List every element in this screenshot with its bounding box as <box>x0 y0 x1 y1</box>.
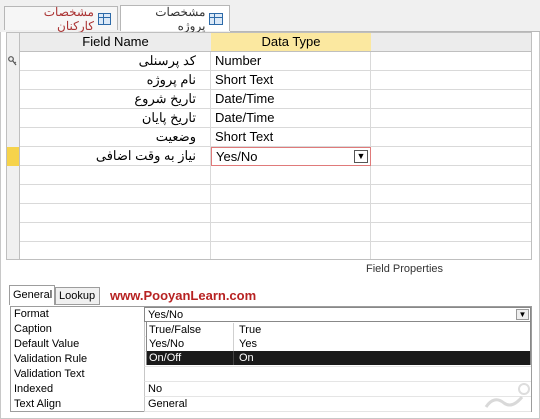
property-label: Indexed <box>14 383 54 395</box>
data-type-cell[interactable]: Date/Time <box>211 90 371 109</box>
row-selector[interactable] <box>7 52 19 71</box>
data-type-cell[interactable]: Short Text <box>211 128 371 147</box>
data-type-cell[interactable]: Date/Time <box>211 109 371 128</box>
row-selector[interactable] <box>7 90 19 109</box>
column-header-data-type[interactable]: Data Type <box>211 33 372 52</box>
option-example: Yes <box>239 338 257 350</box>
description-cell[interactable] <box>371 128 531 147</box>
property-row-indexed[interactable]: Indexed No <box>11 382 531 397</box>
table-row[interactable]: نام پروژه Short Text <box>7 71 531 90</box>
data-type-cell[interactable]: Short Text <box>211 71 371 90</box>
property-row-validation-text[interactable]: Validation Text <box>11 367 531 382</box>
column-header-field-name[interactable]: Field Name <box>20 33 212 52</box>
field-name-cell[interactable] <box>20 242 211 259</box>
brand-watermark-text: www.PooyanLearn.com <box>110 288 257 303</box>
option-name: True/False <box>149 323 234 337</box>
table-row[interactable]: وضعیت Short Text <box>7 128 531 147</box>
tab-employee-details[interactable]: مشخصات کارکنان <box>4 4 118 33</box>
description-cell[interactable] <box>371 223 531 242</box>
description-cell[interactable] <box>371 147 531 166</box>
table-row-empty[interactable] <box>7 223 531 242</box>
property-label: Format <box>14 308 49 320</box>
property-label: Validation Rule <box>14 353 88 365</box>
field-name-cell[interactable] <box>20 166 211 185</box>
table-row[interactable]: تاریخ شروع Date/Time <box>7 90 531 109</box>
table-icon <box>98 12 111 25</box>
description-cell[interactable] <box>371 166 531 185</box>
table-row-current[interactable]: نیاز به وقت اضافی Yes/No ▼ <box>7 147 531 166</box>
property-row-text-align[interactable]: Text Align General <box>11 397 531 412</box>
tab-lookup[interactable]: Lookup <box>55 287 100 305</box>
data-type-cell[interactable] <box>211 166 371 185</box>
property-label: Default Value <box>14 338 80 350</box>
table-row-empty[interactable] <box>7 185 531 204</box>
field-name-cell[interactable]: نیاز به وقت اضافی <box>20 147 211 166</box>
dropdown-arrow-icon[interactable]: ▼ <box>516 309 529 320</box>
format-option-on-off[interactable]: On/Off On <box>147 351 530 365</box>
column-header-description[interactable] <box>371 33 531 52</box>
format-option-true-false[interactable]: True/False True <box>147 323 530 337</box>
row-selector[interactable] <box>7 128 19 147</box>
row-selector[interactable] <box>7 71 19 90</box>
field-name-cell[interactable] <box>20 204 211 223</box>
table-row[interactable]: تاریخ پایان Date/Time <box>7 109 531 128</box>
option-name: On/Off <box>149 351 234 365</box>
tab-project-details[interactable]: مشخصات پروژه <box>120 4 230 33</box>
description-cell[interactable] <box>371 71 531 90</box>
description-cell[interactable] <box>371 109 531 128</box>
description-cell[interactable] <box>371 204 531 223</box>
tab-label: مشخصات کارکنان <box>43 4 94 33</box>
tab-general[interactable]: General <box>9 285 55 305</box>
table-row-empty[interactable] <box>7 204 531 223</box>
table-icon <box>209 12 223 25</box>
data-type-cell[interactable] <box>211 204 371 223</box>
primary-key-icon <box>8 56 17 66</box>
data-type-dropdown[interactable]: Yes/No ▼ <box>211 147 371 166</box>
tab-label: مشخصات پروژه <box>155 4 206 33</box>
property-value-cell[interactable] <box>144 397 531 412</box>
field-name-cell[interactable]: وضعیت <box>20 128 211 147</box>
property-label: Validation Text <box>14 368 85 380</box>
description-cell[interactable] <box>371 242 531 259</box>
field-properties-title: Field Properties <box>366 263 444 275</box>
field-name-cell[interactable] <box>20 223 211 242</box>
data-type-value: Yes/No <box>216 149 258 164</box>
description-cell[interactable] <box>371 185 531 204</box>
property-row-format[interactable]: Format Yes/No ▼ <box>11 307 531 322</box>
format-option-yes-no[interactable]: Yes/No Yes <box>147 337 530 351</box>
table-row-empty[interactable] <box>7 166 531 185</box>
table-row[interactable]: کد پرسنلی Number <box>7 52 531 71</box>
document-tab-strip: مشخصات کارکنان مشخصات پروژه <box>0 0 540 33</box>
field-name-cell[interactable]: تاریخ شروع <box>20 90 211 109</box>
row-selector-current[interactable] <box>7 147 19 166</box>
corner-logo <box>484 383 530 408</box>
data-type-cell[interactable] <box>211 185 371 204</box>
property-value-cell[interactable] <box>144 367 531 382</box>
property-value: No <box>148 383 163 395</box>
field-name-cell[interactable]: تاریخ پایان <box>20 109 211 128</box>
property-value: General <box>148 398 188 410</box>
data-type-cell[interactable] <box>211 223 371 242</box>
option-example: On <box>239 352 254 364</box>
data-type-cell[interactable]: Number <box>211 52 371 71</box>
table-row-empty[interactable] <box>7 242 531 259</box>
format-input[interactable]: Yes/No ▼ <box>144 307 531 322</box>
field-name-cell[interactable]: نام پروژه <box>20 71 211 90</box>
dropdown-arrow-icon[interactable]: ▼ <box>354 150 368 163</box>
format-dropdown-list: True/False True Yes/No Yes On/Off On <box>146 321 531 365</box>
option-name: Yes/No <box>149 337 234 351</box>
row-selector[interactable] <box>7 109 19 128</box>
data-type-cell[interactable] <box>211 242 371 259</box>
property-label: Text Align <box>14 398 62 410</box>
table-design-grid: Field Name Data Type کد پرسنلی Number نا… <box>6 32 532 260</box>
field-name-cell[interactable]: کد پرسنلی <box>20 52 211 71</box>
description-cell[interactable] <box>371 52 531 71</box>
property-label: Caption <box>14 323 52 335</box>
description-cell[interactable] <box>371 90 531 109</box>
option-example: True <box>239 324 262 336</box>
property-value-cell[interactable] <box>144 382 531 397</box>
field-name-cell[interactable] <box>20 185 211 204</box>
